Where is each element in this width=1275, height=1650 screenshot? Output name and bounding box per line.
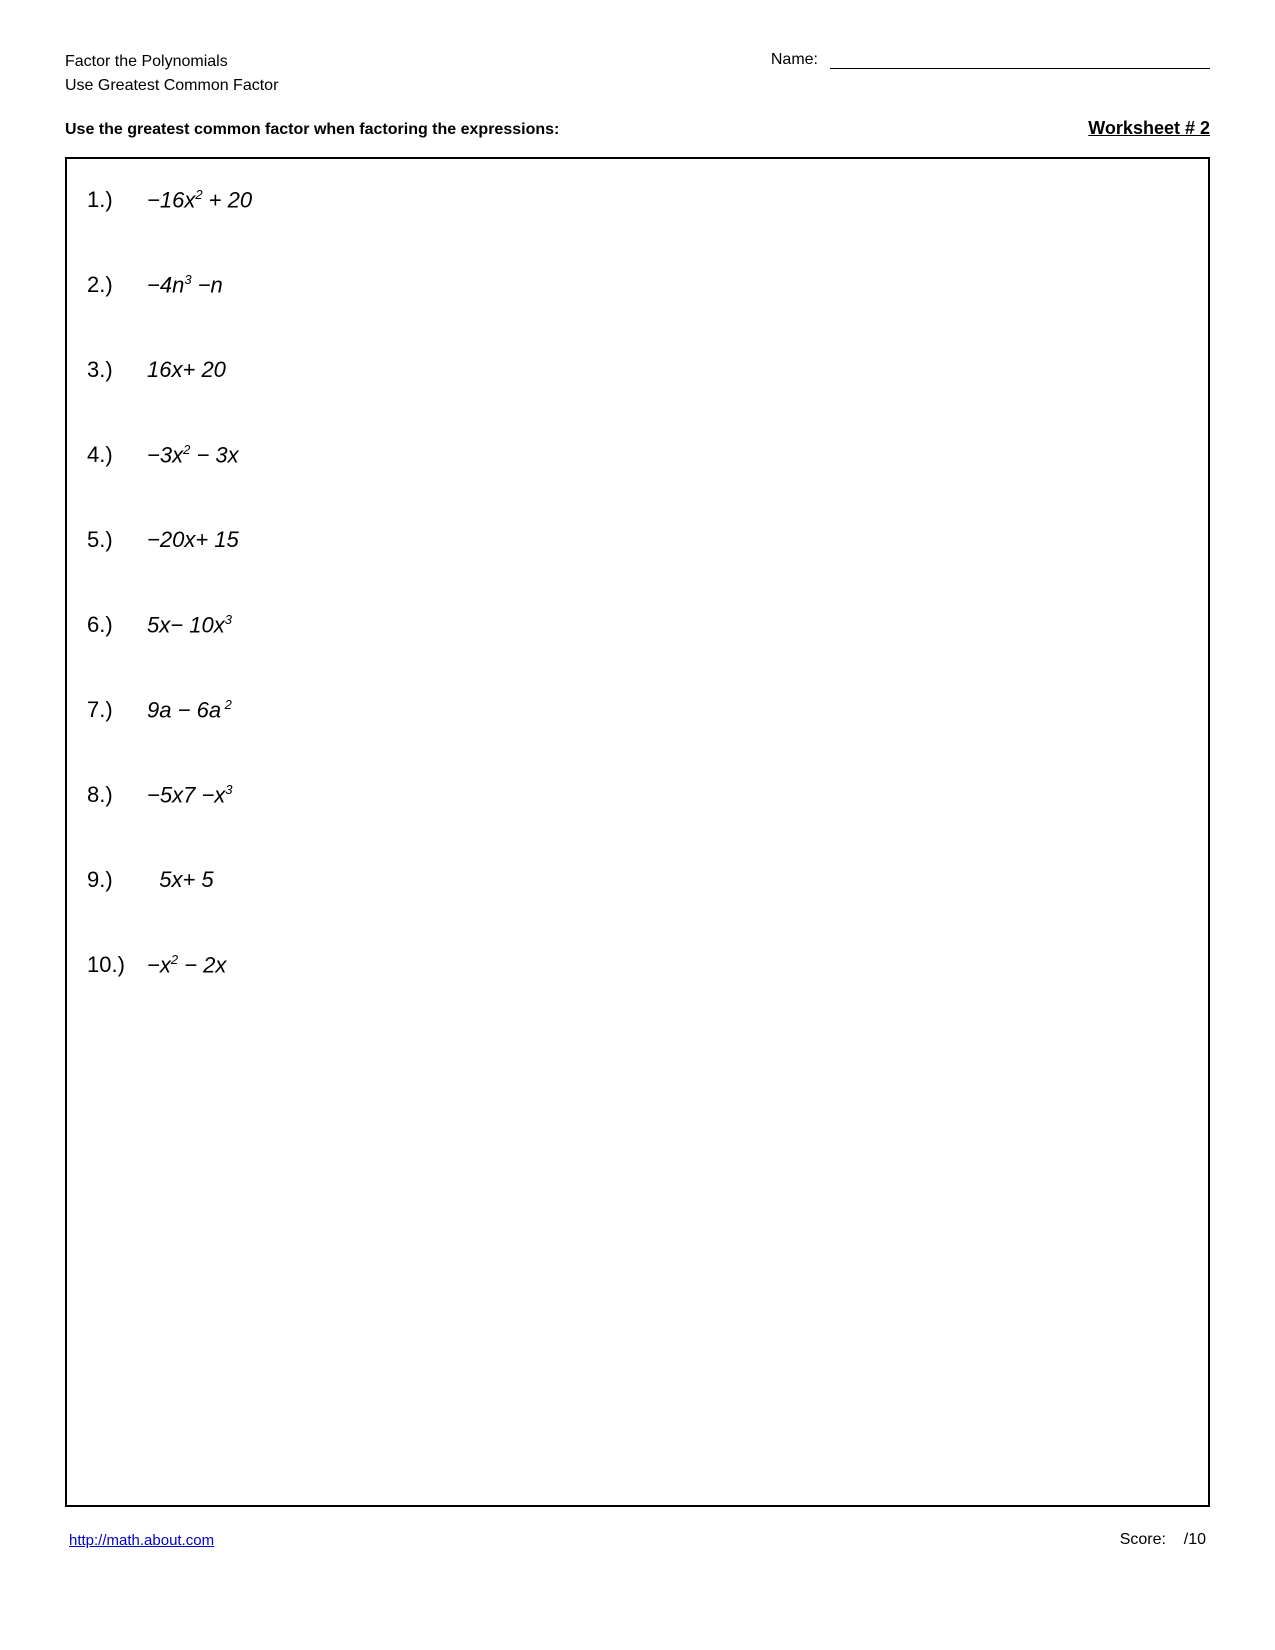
header-left: Factor the Polynomials Use Greatest Comm…	[65, 50, 278, 98]
problem-5: 5.) −20x+ 15	[87, 509, 1188, 594]
problem-4: 4.) −3x2 − 3x	[87, 424, 1188, 509]
problem-expr-3: 16x+ 20	[147, 357, 226, 383]
problem-number-6: 6.)	[87, 612, 147, 638]
problem-expr-2: −4n3 −n	[147, 272, 223, 298]
footer: http://math.about.com Score: /10	[65, 1531, 1210, 1549]
problem-number-3: 3.)	[87, 357, 147, 383]
problem-expr-6: 5x− 10x3	[147, 612, 232, 638]
problem-number-9: 9.)	[87, 867, 147, 893]
problem-number-4: 4.)	[87, 442, 147, 468]
problem-number-2: 2.)	[87, 272, 147, 298]
problem-number-5: 5.)	[87, 527, 147, 553]
instruction-row: Use the greatest common factor when fact…	[65, 118, 1210, 139]
problem-expr-7: 9a − 6a 2	[147, 697, 232, 723]
problem-number-7: 7.)	[87, 697, 147, 723]
problem-expr-10: −x2 − 2x	[147, 952, 226, 978]
footer-score: Score: /10	[1120, 1531, 1206, 1549]
instruction-text: Use the greatest common factor when fact…	[65, 121, 559, 139]
problem-expr-8: −5x7 −x3	[147, 782, 233, 808]
header-line1: Factor the Polynomials	[65, 50, 278, 74]
problem-expr-9: 5x+ 5	[147, 867, 214, 893]
problem-expr-1: −16x2 + 20	[147, 187, 252, 213]
problem-expr-4: −3x2 − 3x	[147, 442, 239, 468]
score-label: Score:	[1120, 1531, 1166, 1548]
name-line	[830, 50, 1210, 69]
problem-8: 8.) −5x7 −x3	[87, 764, 1188, 849]
problem-9: 9.) 5x+ 5	[87, 849, 1188, 934]
problems-box: 1.) −16x2 + 20 2.) −4n3 −n 3.) 16x+ 20 4…	[65, 157, 1210, 1507]
worksheet-title: Worksheet # 2	[1088, 118, 1210, 139]
problem-1: 1.) −16x2 + 20	[87, 169, 1188, 254]
score-value: /10	[1184, 1531, 1206, 1548]
problem-2: 2.) −4n3 −n	[87, 254, 1188, 339]
problem-expr-5: −20x+ 15	[147, 527, 239, 553]
footer-link[interactable]: http://math.about.com	[69, 1532, 214, 1549]
problem-6: 6.) 5x− 10x3	[87, 594, 1188, 679]
name-label: Name:	[771, 51, 818, 69]
problem-number-8: 8.)	[87, 782, 147, 808]
header-line2: Use Greatest Common Factor	[65, 74, 278, 98]
problem-10: 10.) −x2 − 2x	[87, 934, 1188, 1019]
problem-3: 3.) 16x+ 20	[87, 339, 1188, 424]
problem-number-10: 10.)	[87, 952, 147, 978]
header-right: Name:	[771, 50, 1210, 69]
problem-number-1: 1.)	[87, 187, 147, 213]
problem-7: 7.) 9a − 6a 2	[87, 679, 1188, 764]
